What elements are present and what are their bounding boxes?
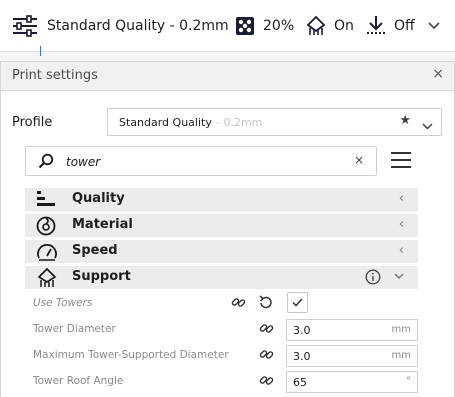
category-label: Quality [72, 191, 125, 206]
profile-label: Profile [12, 115, 53, 130]
support-value: On [334, 18, 354, 34]
infill-icon [235, 16, 255, 36]
infill-value: 20% [263, 18, 295, 34]
infill-setting[interactable]: 20% [235, 0, 294, 52]
category-label: Speed [72, 243, 118, 258]
setting-label-use-towers: Use Towers [33, 297, 93, 309]
setting-label-tower-diameter: Tower Diameter [33, 323, 116, 335]
toolbar-expand-button[interactable] [428, 0, 440, 52]
search-input[interactable] [66, 152, 326, 172]
profile-dropdown-name: Standard Quality [119, 116, 212, 129]
reset-icon[interactable] [258, 295, 273, 314]
panel-pointer [40, 46, 41, 56]
check-icon [292, 298, 303, 307]
profile-dropdown-layer: - 0.2mm [216, 116, 263, 129]
link-icon[interactable] [259, 347, 274, 366]
sliders-icon [12, 15, 38, 37]
adhesion-setting[interactable]: Off [365, 0, 415, 52]
field-unit: ° [406, 376, 411, 387]
star-icon[interactable]: ★ [399, 113, 411, 128]
chevron-down-icon [428, 22, 440, 30]
adhesion-icon [365, 15, 387, 37]
link-icon[interactable] [259, 373, 274, 392]
category-material[interactable]: Material ‹ [25, 214, 418, 237]
link-icon[interactable] [231, 295, 246, 314]
search-icon [38, 153, 54, 173]
profile-selector-button[interactable]: Standard Quality - 0.2mm [12, 0, 229, 52]
link-icon[interactable] [259, 321, 274, 340]
setting-label-tower-roof-angle: Tower Roof Angle [33, 375, 124, 387]
category-support[interactable]: Support [25, 266, 418, 289]
category-label: Material [72, 217, 133, 232]
quality-icon [36, 190, 56, 212]
tower-roof-angle-input[interactable]: 65 ° [286, 371, 418, 393]
chevron-left-icon: ‹ [398, 217, 404, 232]
panel-title: Print settings [12, 68, 98, 83]
panel-header: Print settings × [1, 62, 454, 91]
tower-diameter-input[interactable]: 3.0 mm [286, 319, 418, 341]
speed-icon [36, 242, 58, 266]
field-value: 3.0 [293, 350, 311, 363]
chevron-left-icon: ‹ [398, 191, 404, 206]
top-toolbar: Standard Quality - 0.2mm 20% On Off [0, 0, 455, 52]
material-icon [36, 216, 56, 240]
chevron-down-icon [394, 269, 404, 284]
category-quality[interactable]: Quality ‹ [25, 188, 418, 211]
field-unit: mm [391, 350, 411, 361]
hamburger-icon [391, 152, 411, 154]
adhesion-value: Off [394, 18, 415, 34]
profile-dropdown[interactable]: Standard Quality - 0.2mm ★ [107, 108, 442, 136]
max-tower-supported-diameter-input[interactable]: 3.0 mm [286, 345, 418, 367]
clear-icon[interactable]: × [354, 153, 364, 167]
field-value: 65 [293, 376, 307, 389]
settings-search-box: × [25, 146, 377, 176]
close-icon[interactable]: × [432, 66, 444, 82]
setting-label-max-tower-supported-diameter: Maximum Tower-Supported Diameter [33, 349, 229, 361]
use-towers-checkbox[interactable] [287, 292, 308, 313]
category-speed[interactable]: Speed ‹ [25, 240, 418, 263]
profile-name-label: Standard Quality - 0.2mm [47, 18, 229, 34]
settings-menu-button[interactable] [391, 152, 411, 170]
support-icon [36, 267, 58, 292]
field-value: 3.0 [293, 324, 311, 337]
field-unit: mm [391, 324, 411, 335]
info-icon[interactable] [365, 269, 381, 289]
chevron-down-icon [422, 115, 433, 134]
chevron-left-icon: ‹ [398, 243, 404, 258]
category-label: Support [72, 269, 131, 284]
support-icon [305, 15, 327, 37]
support-setting[interactable]: On [305, 0, 354, 52]
